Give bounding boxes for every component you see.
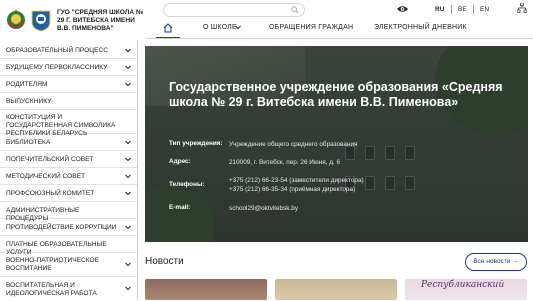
lang-divider <box>473 5 474 14</box>
sidebar-divider <box>137 40 138 300</box>
chevron-down-icon <box>125 262 131 267</box>
chevron-down-icon <box>235 25 241 30</box>
sidebar-item-educational-ideological[interactable]: ВОСПИТАТЕЛЬНАЯ И ИДЕОЛОГИЧЕСКАЯ РАБОТА <box>0 277 137 301</box>
all-news-button[interactable]: Все новости → <box>465 253 527 271</box>
sidebar-item-constitution[interactable]: КОНСТИТУЦИЯ И ГОСУДАРСТВЕННАЯ СИМВОЛИКА … <box>0 110 137 137</box>
news-card[interactable] <box>145 279 267 300</box>
chevron-down-icon <box>125 174 131 179</box>
sidebar-item-label: БИБЛИОТЕКА <box>6 139 51 146</box>
lang-ru[interactable]: RU <box>435 6 444 13</box>
phone-reception[interactable]: +375 (212) 66-35-34 (приёмная директора) <box>229 185 355 194</box>
sidebar-item-label: ВОСПИТАТЕЛЬНАЯ И ИДЕОЛОГИЧЕСКАЯ РАБОТА <box>6 282 97 297</box>
chevron-down-icon <box>125 48 131 53</box>
sidebar-item-anti-corruption[interactable]: ПРОТИВОДЕЙСТВИЕ КОРРУПЦИИ <box>0 219 137 236</box>
email-link[interactable]: school29@oktvitebsk.by <box>229 204 298 213</box>
sidebar-item-future-first-grader[interactable]: БУДУЩЕМУ ПЕРВОКЛАССНИКУ <box>0 59 137 76</box>
news-section-title: Новости <box>145 256 184 267</box>
nav-electronic-diary[interactable]: ЭЛЕКТРОННЫЙ ДНЕВНИК <box>374 24 467 31</box>
lang-be[interactable]: BE <box>458 6 467 13</box>
news-card[interactable] <box>275 279 397 300</box>
chevron-down-icon <box>125 82 131 87</box>
search-icon[interactable] <box>291 6 299 14</box>
sitemap-icon[interactable] <box>517 3 527 13</box>
sidebar-item-label: РОДИТЕЛЯМ <box>6 81 48 88</box>
sidebar-item-label: ВЫПУСКНИКУ <box>6 98 52 105</box>
school-seal-icon[interactable] <box>30 8 52 32</box>
chevron-down-icon <box>125 225 131 230</box>
sidebar-item-label: ВОЕННО-ПАТРИОТИЧЕСКОЕ ВОСПИТАНИЕ <box>6 257 100 272</box>
news-card-caption: Республиканский <box>421 280 505 290</box>
home-icon[interactable] <box>163 23 173 33</box>
chevron-down-icon <box>125 140 131 145</box>
nav-about-school[interactable]: О ШКОЛЕ <box>203 24 237 31</box>
email-label: E-mail: <box>169 204 191 211</box>
sidebar: ОБРАЗОВАТЕЛЬНЫЙ ПРОЦЕСС БУДУЩЕМУ ПЕРВОКЛ… <box>0 42 137 300</box>
sidebar-item-label: ПОПЕЧИТЕЛЬСКИЙ СОВЕТ <box>6 156 94 163</box>
institution-type-label: Тип учреждения: <box>169 140 223 147</box>
sidebar-item-military-patriotic[interactable]: ВОЕННО-ПАТРИОТИЧЕСКОЕ ВОСПИТАНИЕ <box>0 253 137 277</box>
institution-type-value: Учреждение общего среднего образования <box>229 141 358 148</box>
sidebar-item-parents[interactable]: РОДИТЕЛЯМ <box>0 76 137 93</box>
chevron-down-icon <box>125 191 131 196</box>
chevron-down-icon <box>125 157 131 162</box>
lang-en[interactable]: EN <box>480 6 489 13</box>
chevron-down-icon <box>125 286 131 291</box>
sidebar-item-trade-union[interactable]: ПРОФСОЮЗНЫЙ КОМИТЕТ <box>0 185 137 202</box>
search-input[interactable] <box>163 3 305 17</box>
school-name[interactable]: ГУО "СРЕДНЯЯ ШКОЛА № 29 Г. ВИТЕБСКА ИМЕН… <box>57 9 147 33</box>
sidebar-item-library[interactable]: БИБЛИОТЕКА <box>0 134 137 151</box>
nav-citizen-appeals[interactable]: ОБРАЩЕНИЯ ГРАЖДАН <box>269 24 353 31</box>
accessibility-eye-icon[interactable] <box>397 5 408 13</box>
address-label: Адрес: <box>169 158 191 165</box>
address-value: 210009, г. Витебск, пер. 26 Июня, д. 6 <box>229 159 341 166</box>
chevron-down-icon <box>125 65 131 70</box>
hero-title: Государственное учреждение образования «… <box>169 80 503 109</box>
sidebar-item-graduate[interactable]: ВЫПУСКНИКУ <box>0 93 137 110</box>
belarus-emblem-icon[interactable] <box>5 8 27 32</box>
hero-banner: Государственное учреждение образования «… <box>145 46 528 242</box>
top-navigation: О ШКОЛЕ ОБРАЩЕНИЯ ГРАЖДАН ЭЛЕКТРОННЫЙ ДН… <box>148 18 533 38</box>
lang-divider <box>451 5 452 14</box>
topnav-divider <box>146 38 533 39</box>
sidebar-item-administrative-procedures[interactable]: АДМИНИСТРАТИВНЫЕ ПРОЦЕДУРЫ <box>0 202 137 222</box>
phone-deputy[interactable]: +375 (212) 66-23-54 (заместители директо… <box>229 176 364 185</box>
news-card[interactable]: Республиканский <box>405 279 527 300</box>
sidebar-item-label: ПРОФСОЮЗНЫЙ КОМИТЕТ <box>6 190 95 197</box>
sidebar-item-label: ОБРАЗОВАТЕЛЬНЫЙ ПРОЦЕСС <box>6 47 109 54</box>
sidebar-item-board-of-trustees[interactable]: ПОПЕЧИТЕЛЬСКИЙ СОВЕТ <box>0 151 137 168</box>
sidebar-item-label: ПРОТИВОДЕЙСТВИЕ КОРРУПЦИИ <box>6 224 117 231</box>
sidebar-item-label: БУДУЩЕМУ ПЕРВОКЛАССНИКУ <box>6 64 108 71</box>
sidebar-item-label: МЕТОДИЧЕСКИЙ СОВЕТ <box>6 173 86 180</box>
phones-label: Телефоны: <box>169 181 205 188</box>
sidebar-item-paid-services[interactable]: ПЛАТНЫЕ ОБРАЗОВАТЕЛЬНЫЕ УСЛУГИ <box>0 236 137 256</box>
sidebar-item-methodical-council[interactable]: МЕТОДИЧЕСКИЙ СОВЕТ <box>0 168 137 185</box>
sidebar-item-educational-process[interactable]: ОБРАЗОВАТЕЛЬНЫЙ ПРОЦЕСС <box>0 42 137 59</box>
